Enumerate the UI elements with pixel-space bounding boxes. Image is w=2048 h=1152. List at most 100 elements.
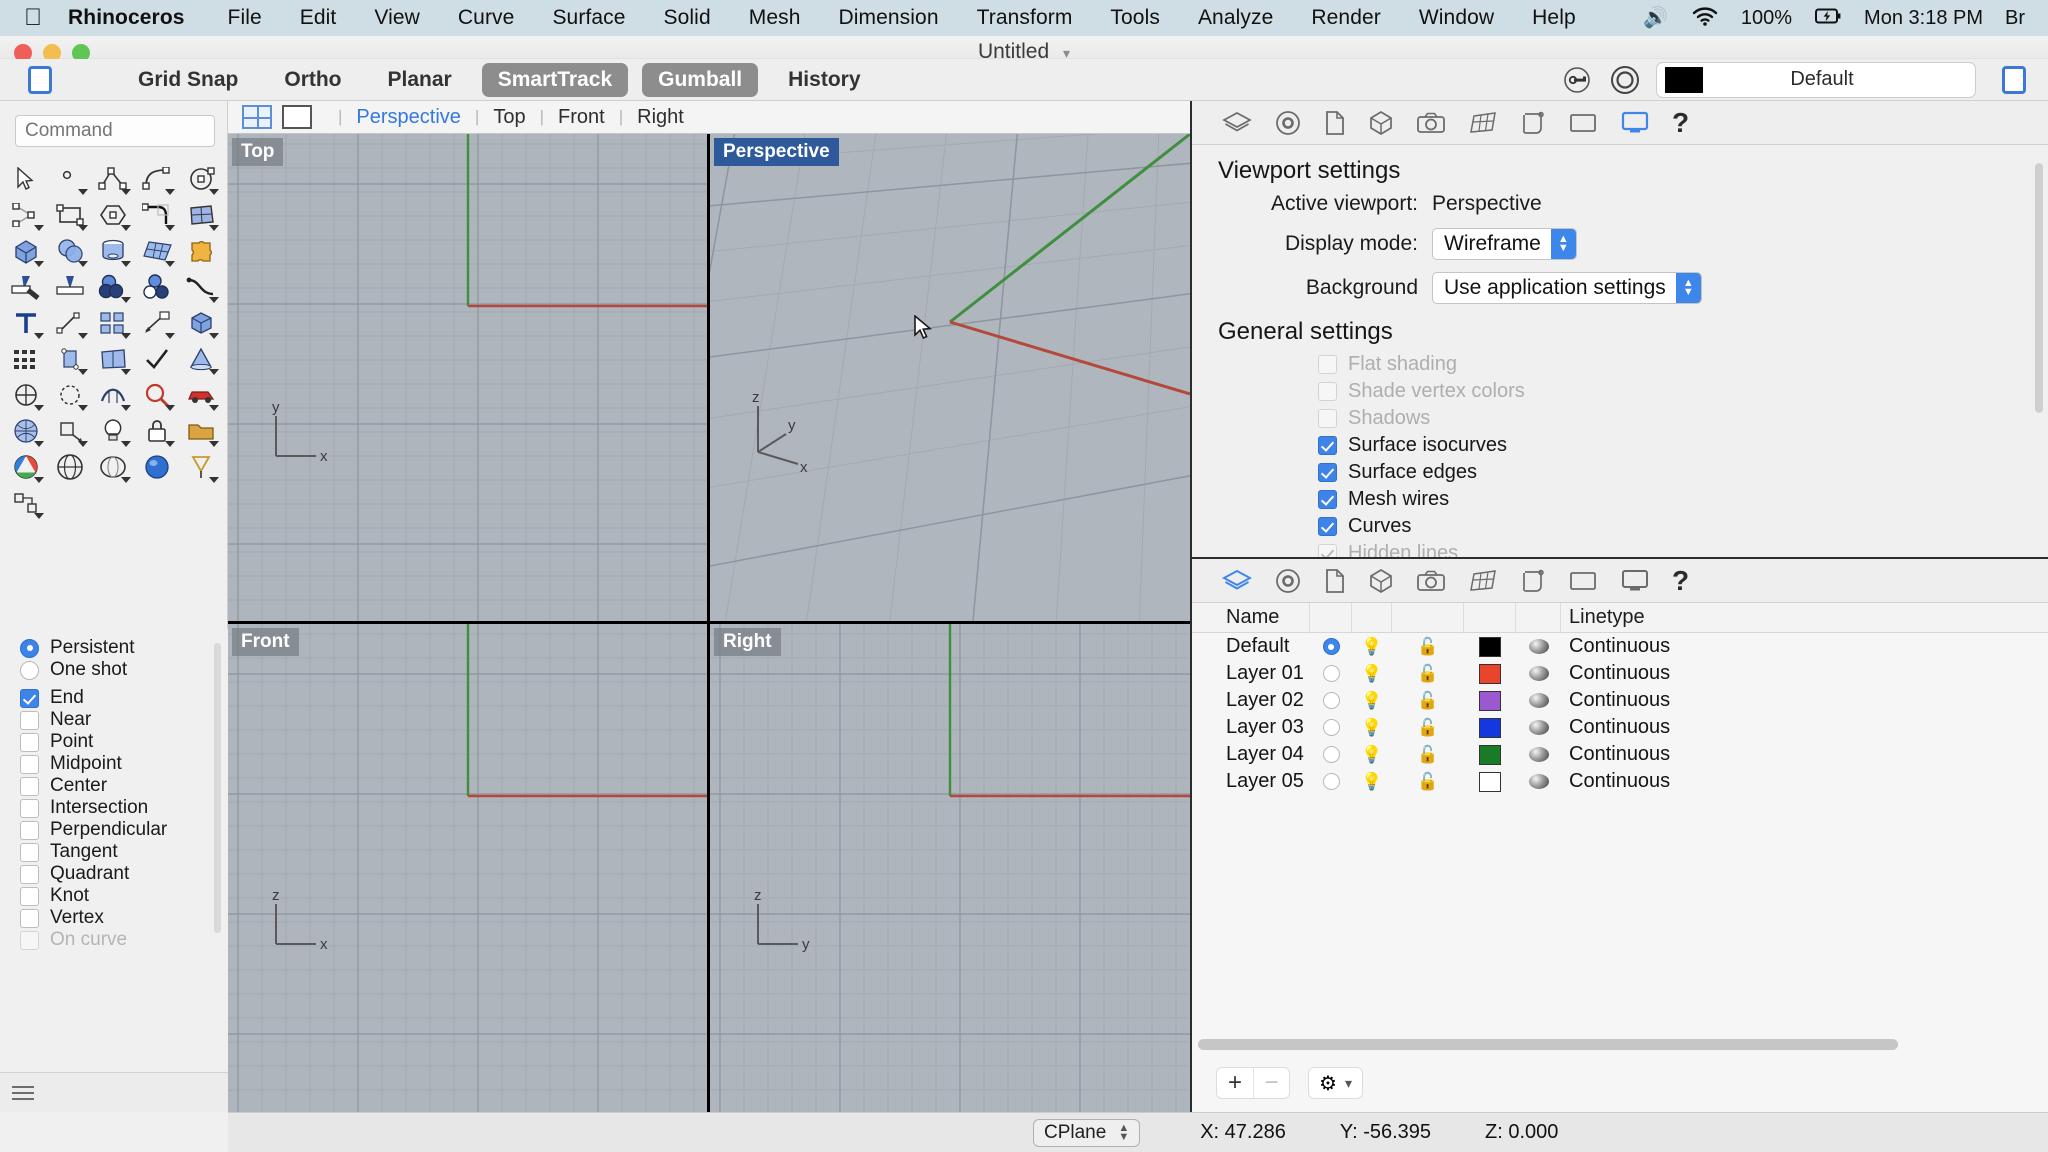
menu-item-solid[interactable]: Solid xyxy=(645,6,730,30)
checkbox-midpoint-icon[interactable] xyxy=(20,755,39,774)
target-icon[interactable] xyxy=(1274,568,1302,594)
column-header-color[interactable] xyxy=(1464,603,1516,633)
table-row[interactable]: Default 💡 🔓 Continuous xyxy=(1192,633,2048,660)
layer-name[interactable]: Layer 02 xyxy=(1192,689,1310,712)
viewport-top[interactable]: y x Top xyxy=(228,134,707,621)
mesh-grid-icon[interactable] xyxy=(1468,111,1498,135)
checkbox-on-curve-icon[interactable] xyxy=(20,931,39,950)
menu-item-window[interactable]: Window xyxy=(1400,6,1513,30)
tool-select-region[interactable] xyxy=(48,377,92,413)
tool-rotate[interactable] xyxy=(4,377,48,413)
display-icon[interactable] xyxy=(1620,110,1650,136)
layer-color-swatch[interactable] xyxy=(1479,664,1501,684)
layer-linetype[interactable]: Continuous xyxy=(1561,743,2048,766)
menu-item-edit[interactable]: Edit xyxy=(281,6,356,30)
tool-zoom-search[interactable] xyxy=(135,377,179,413)
tool-globe[interactable] xyxy=(48,449,92,485)
menu-item-curve[interactable]: Curve xyxy=(439,6,534,30)
tool-array[interactable] xyxy=(92,305,136,341)
tool-select-arrow[interactable] xyxy=(4,161,48,197)
osnap-intersection[interactable]: Intersection xyxy=(20,797,228,819)
menu-item-help[interactable]: Help xyxy=(1513,6,1595,30)
current-layer-color-swatch[interactable] xyxy=(1665,67,1703,93)
menu-item-mesh[interactable]: Mesh xyxy=(730,6,820,30)
layer-name[interactable]: Layer 04 xyxy=(1192,743,1310,766)
menubar-user[interactable]: Br xyxy=(1994,7,2036,30)
lock-open-icon[interactable]: 🔓 xyxy=(1417,665,1438,682)
toggle-grid-snap[interactable]: Grid Snap xyxy=(122,63,254,97)
checkbox-shadows-icon[interactable] xyxy=(1318,409,1337,428)
cplane-selector[interactable]: CPlane ▲▼ xyxy=(1033,1119,1140,1147)
add-layer-button[interactable]: + xyxy=(1217,1068,1253,1098)
setting-curves[interactable]: Curves xyxy=(1318,515,2048,537)
osnap-tangent[interactable]: Tangent xyxy=(20,841,228,863)
menu-item-dimension[interactable]: Dimension xyxy=(820,6,958,30)
osnap-near[interactable]: Near xyxy=(20,709,228,731)
viewport-front[interactable]: z x Front xyxy=(228,624,707,1112)
osnap-knot[interactable]: Knot xyxy=(20,885,228,907)
tool-sphere[interactable] xyxy=(48,233,92,269)
checkbox-point-icon[interactable] xyxy=(20,733,39,752)
tab-perspective[interactable]: Perspective xyxy=(356,106,461,129)
current-layer-radio-icon[interactable] xyxy=(1323,692,1340,709)
wifi-icon[interactable] xyxy=(1680,7,1730,30)
lock-open-icon[interactable]: 🔓 xyxy=(1417,746,1438,763)
cube-icon[interactable] xyxy=(1368,568,1394,594)
layer-linetype[interactable]: Continuous xyxy=(1561,635,2048,658)
tool-render-car[interactable] xyxy=(179,377,223,413)
layer-name[interactable]: Layer 05 xyxy=(1192,770,1310,793)
toggle-history[interactable]: History xyxy=(772,63,876,97)
four-view-layout-icon[interactable] xyxy=(242,105,272,129)
material-sphere-icon[interactable] xyxy=(1529,774,1549,789)
visibility-bulb-icon[interactable]: 💡 xyxy=(1361,746,1382,763)
checkbox-shade-vertex-colors-icon[interactable] xyxy=(1318,382,1337,401)
material-sphere-icon[interactable] xyxy=(1529,747,1549,762)
osnap-midpoint[interactable]: Midpoint xyxy=(20,753,228,775)
visibility-bulb-icon[interactable]: 💡 xyxy=(1361,773,1382,790)
osnap-scrollbar[interactable] xyxy=(214,643,221,933)
tab-right[interactable]: Right xyxy=(637,106,684,129)
current-layer-radio-icon[interactable] xyxy=(1323,773,1340,790)
checkbox-curves-icon[interactable] xyxy=(1318,517,1337,536)
stepper-icon[interactable]: ▲▼ xyxy=(1676,273,1701,303)
stepper-icon[interactable]: ▲▼ xyxy=(1551,229,1576,259)
tool-boolean-union[interactable] xyxy=(92,269,136,305)
tool-point[interactable] xyxy=(48,161,92,197)
osnap-end[interactable]: End xyxy=(20,687,228,709)
checkbox-vertex-icon[interactable] xyxy=(20,909,39,928)
mesh-grid-icon[interactable] xyxy=(1468,569,1498,593)
layer-color-swatch[interactable] xyxy=(1479,745,1501,765)
checkbox-intersection-icon[interactable] xyxy=(20,799,39,818)
osnap-perpendicular[interactable]: Perpendicular xyxy=(20,819,228,841)
material-sphere-icon[interactable] xyxy=(1529,666,1549,681)
viewport-right-label[interactable]: Right xyxy=(714,628,781,656)
menu-item-render[interactable]: Render xyxy=(1292,6,1399,30)
tool-color-wheel[interactable] xyxy=(4,449,48,485)
viewport-right[interactable]: z y Right xyxy=(710,624,1190,1112)
toggle-gumball[interactable]: Gumball xyxy=(642,63,758,97)
stepper-icon[interactable]: ▲▼ xyxy=(1118,1124,1129,1142)
toggle-planar[interactable]: Planar xyxy=(372,63,468,97)
lock-open-icon[interactable]: 🔓 xyxy=(1417,692,1438,709)
material-sphere-icon[interactable] xyxy=(1529,693,1549,708)
current-layer-selector[interactable]: Default xyxy=(1656,62,1976,98)
single-view-layout-icon[interactable] xyxy=(282,105,312,129)
osnap-mode-persistent[interactable]: Persistent xyxy=(20,637,228,659)
display-mode-select[interactable]: Wireframe ▲▼ xyxy=(1432,228,1577,260)
hamburger-menu-icon[interactable] xyxy=(12,1082,34,1104)
tab-top[interactable]: Top xyxy=(493,106,525,129)
layer-color-swatch[interactable] xyxy=(1479,691,1501,711)
table-row[interactable]: Layer 03 💡 🔓 Continuous xyxy=(1192,714,2048,741)
layer-color-swatch[interactable] xyxy=(1479,637,1501,657)
menu-item-rhinoceros[interactable]: Rhinoceros xyxy=(60,6,209,30)
lock-open-icon[interactable]: 🔓 xyxy=(1417,719,1438,736)
tool-edit-points[interactable] xyxy=(48,341,92,377)
osnap-on-curve[interactable]: On curve xyxy=(20,929,228,951)
tool-grid-points[interactable] xyxy=(4,341,48,377)
osnap-mode-one-shot[interactable]: One shot xyxy=(20,659,228,681)
tool-boolean-difference[interactable] xyxy=(135,269,179,305)
toggle-ortho[interactable]: Ortho xyxy=(268,63,357,97)
layer-linetype[interactable]: Continuous xyxy=(1561,716,2048,739)
lock-open-icon[interactable]: 🔓 xyxy=(1417,638,1438,655)
setting-flat-shading[interactable]: Flat shading xyxy=(1318,353,2048,375)
